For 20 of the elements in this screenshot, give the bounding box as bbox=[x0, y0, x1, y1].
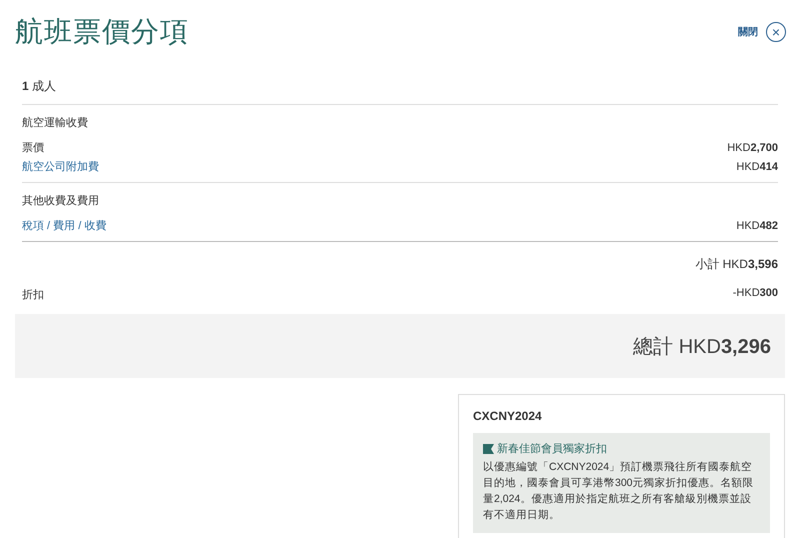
passenger-count: 1 成人 bbox=[22, 79, 56, 93]
promo-title: 新春佳節會員獨家折扣 bbox=[497, 442, 607, 456]
fee-amount: HKD482 bbox=[736, 220, 778, 232]
fee-label: 票價 bbox=[22, 141, 44, 155]
promo-description: 以優惠編號「CXCNY2024」預訂機票飛往所有國泰航空目的地，國泰會員可享港幣300元獨家折扣優惠。名額限量2,024。優惠適用於指定航班之所有客艙級別機票並設有不適用日期。 bbox=[483, 460, 755, 523]
page-title: 航班票價分項 bbox=[15, 15, 189, 49]
fee-amount: HKD2,700 bbox=[727, 142, 778, 154]
fee-amount: HKD414 bbox=[736, 160, 778, 172]
discount-amount: -HKD300 bbox=[732, 287, 778, 301]
section-heading: 其他收費及費用 bbox=[22, 195, 99, 207]
close-link[interactable]: 關閉 bbox=[738, 25, 758, 39]
subtotal: 小計 HKD3,596 bbox=[695, 257, 778, 271]
close-button[interactable]: × bbox=[766, 22, 786, 42]
discount-label: 折扣 bbox=[22, 288, 44, 302]
promo-code: CXCNY2024 bbox=[473, 409, 542, 423]
section-heading: 航空運輸收費 bbox=[22, 117, 88, 129]
total-amount: 總計 HKD3,296 bbox=[633, 334, 771, 360]
fee-link[interactable]: 航空公司附加費 bbox=[22, 159, 99, 174]
fee-link[interactable]: 稅項 / 費用 / 收費 bbox=[22, 218, 106, 233]
flag-icon bbox=[483, 444, 494, 454]
